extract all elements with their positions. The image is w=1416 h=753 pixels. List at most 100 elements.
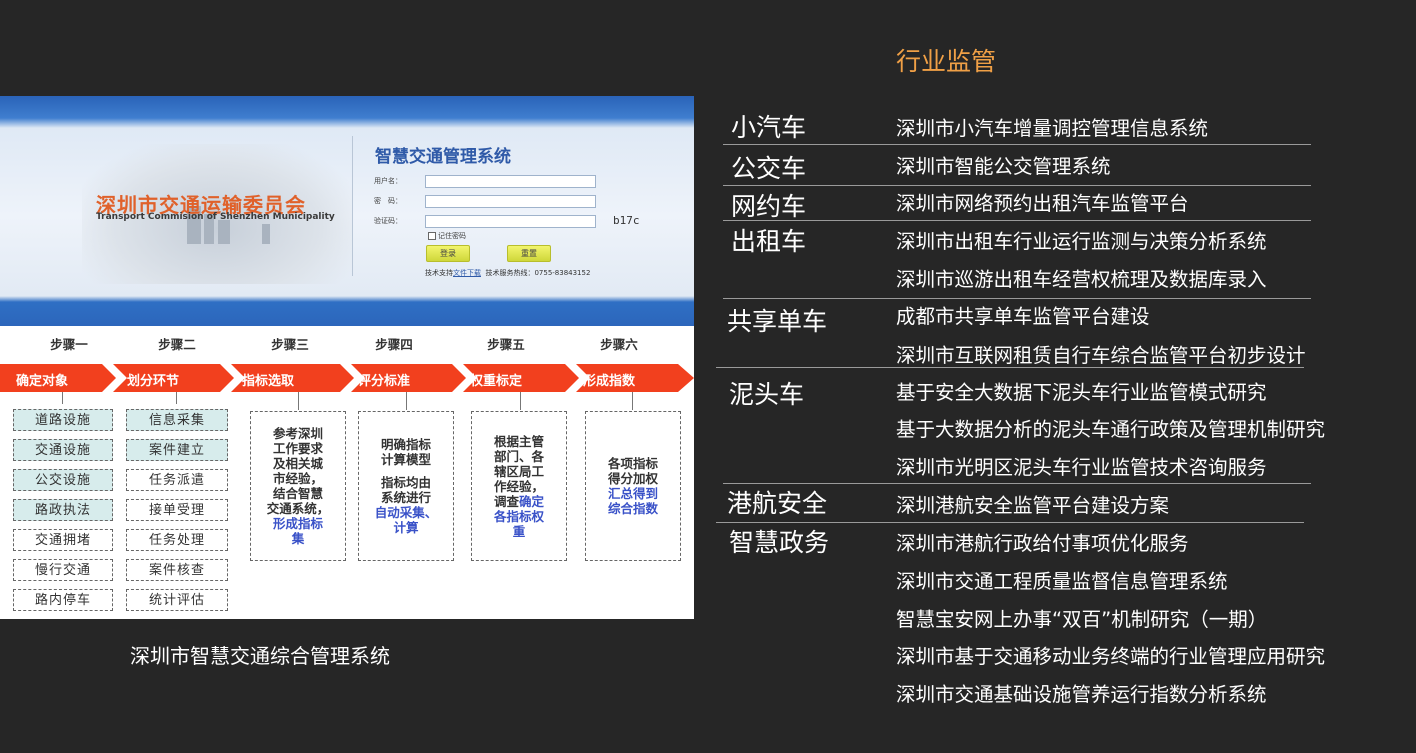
steps-diagram: 步骤一 步骤二 步骤三 步骤四 步骤五 步骤六 确定对象 划分环节 指标选取 评…: [0, 326, 694, 619]
connector: [62, 392, 63, 404]
step-title: 步骤五: [487, 337, 525, 352]
desc-line: 各项指标: [607, 456, 658, 471]
object-item: 路内停车: [13, 589, 113, 611]
step6-description: 各项指标 得分加权 汇总得到 综合指数: [585, 411, 681, 561]
desc-line: 调查确定: [493, 493, 545, 509]
list-item: 深圳市港航行政给付事项优化服务: [896, 532, 1189, 555]
connector: [632, 392, 633, 410]
list-item: 深圳港航安全监管平台建设方案: [896, 494, 1170, 517]
desc-line: 部门、各: [493, 448, 544, 464]
desc-line: 重: [512, 523, 526, 539]
object-item: 交通拥堵: [13, 529, 113, 551]
desc-line: 自动采集、: [374, 505, 438, 520]
category-bike-sharing: 共享单车: [727, 307, 828, 336]
divider: [723, 144, 1311, 145]
desc-line: 作经验，: [493, 478, 544, 494]
desc-line: 结合智慧: [272, 486, 323, 501]
link-item: 案件核查: [126, 559, 228, 581]
desc-line: 系统进行: [380, 490, 431, 505]
desc-line: 明确指标: [380, 437, 431, 452]
step3-description: 参考深圳 工作要求 及相关城 市经验， 结合智慧 交通系统， 形成指标 集: [250, 411, 346, 561]
section-title: 行业监管: [896, 47, 997, 76]
step-action: 形成指数: [583, 374, 636, 389]
link-item: 任务处理: [126, 529, 228, 551]
desc-line: 市经验，: [272, 471, 323, 486]
desc-line: 形成指标: [272, 516, 323, 531]
desc-line: 各指标权: [493, 508, 544, 524]
list-item: 基于安全大数据下泥头车行业监管模式研究: [896, 381, 1267, 404]
desc-line: 汇总得到: [607, 486, 658, 501]
step-title: 步骤一: [50, 337, 88, 352]
category-muck-truck: 泥头车: [729, 380, 805, 409]
object-item: 路政执法: [13, 499, 113, 521]
step-action: 划分环节: [127, 374, 180, 389]
support-info: 技术支持文件下载 技术服务热线：0755-83843152: [425, 268, 590, 278]
list-item: 深圳市互联网租赁自行车综合监管平台初步设计: [896, 344, 1306, 367]
desc-line: 计算: [393, 520, 419, 535]
list-item: 深圳市交通基础设施管养运行指数分析系统: [896, 683, 1267, 706]
captcha-field[interactable]: [425, 215, 596, 228]
login-system-title: 智慧交通管理系统: [375, 147, 511, 167]
list-item: 智慧宝安网上办事“双百”机制研究（一期）: [896, 608, 1268, 631]
link-item: 信息采集: [126, 409, 228, 431]
captcha-label: 验证码：: [374, 217, 402, 225]
desc-line: 得分加权: [607, 471, 658, 486]
divider: [352, 136, 353, 276]
reset-button[interactable]: 重置: [507, 245, 551, 262]
object-item: 道路设施: [13, 409, 113, 431]
list-item: 深圳市网络预约出租汽车监管平台: [896, 192, 1189, 215]
username-field[interactable]: [425, 175, 596, 188]
list-item: 深圳市巡游出租车经营权梳理及数据库录入: [896, 268, 1267, 291]
step5-description: 根据主管 部门、各 辖区局工 作经验， 调查确定 各指标权 重: [471, 411, 567, 561]
link-item: 案件建立: [126, 439, 228, 461]
desc-line: 及相关城: [272, 456, 323, 471]
list-item: 基于大数据分析的泥头车通行政策及管理机制研究: [896, 418, 1326, 441]
desc-line: 参考深圳: [272, 426, 323, 441]
category-port-safety: 港航安全: [727, 489, 828, 518]
desc-line: 综合指数: [607, 501, 658, 516]
step-title: 步骤三: [271, 337, 309, 352]
list-item: 深圳市小汽车增量调控管理信息系统: [896, 117, 1209, 140]
desc-line: 辖区局工: [493, 463, 544, 479]
list-item: 深圳市光明区泥头车行业监管技术咨询服务: [896, 456, 1267, 479]
remember-label: 记住密码: [438, 232, 466, 240]
step-action: 权重标定: [470, 374, 523, 389]
desc-line: 指标均由: [380, 475, 431, 490]
category-smart-government: 智慧政务: [729, 528, 830, 557]
category-taxi: 出租车: [731, 227, 807, 256]
org-name-en: Transport Commision of Shenzhen Municipa…: [96, 212, 335, 222]
step-action: 评分标准: [358, 374, 411, 389]
link-item: 任务派遣: [126, 469, 228, 491]
list-item: 深圳市智能公交管理系统: [896, 155, 1111, 178]
support-prefix: 技术支持: [425, 269, 453, 277]
list-item: 深圳市基于交通移动业务终端的行业管理应用研究: [896, 645, 1326, 668]
login-button[interactable]: 登录: [426, 245, 470, 262]
desc-line: 根据主管: [493, 433, 544, 449]
desc-line: 交通系统，: [266, 501, 330, 516]
login-banner: 深圳市交通运输委员会 Transport Commision of Shenzh…: [0, 96, 694, 326]
list-item: 成都市共享单车监管平台建设: [896, 305, 1150, 328]
password-label: 密 码：: [374, 197, 402, 205]
download-link[interactable]: 文件下载: [453, 269, 481, 277]
category-car: 小汽车: [731, 113, 807, 142]
username-label: 用户名：: [374, 177, 402, 185]
remember-checkbox[interactable]: 记住密码: [428, 231, 466, 241]
category-bus: 公交车: [731, 154, 807, 183]
desc-line: 计算模型: [380, 452, 431, 467]
screenshot-caption: 深圳市智慧交通综合管理系统: [130, 644, 390, 668]
step-action: 确定对象: [16, 374, 69, 389]
divider: [716, 367, 1304, 368]
link-item: 接单受理: [126, 499, 228, 521]
step-title: 步骤二: [158, 337, 196, 352]
divider: [723, 220, 1311, 221]
password-field[interactable]: [425, 195, 596, 208]
captcha-image: b17c: [613, 214, 640, 227]
link-item: 统计评估: [126, 589, 228, 611]
support-hotline: 技术服务热线：0755-83843152: [485, 269, 591, 277]
step-action: 指标选取: [242, 374, 295, 389]
step-title: 步骤四: [375, 337, 413, 352]
category-ride-hailing: 网约车: [731, 192, 807, 221]
system-screenshot: 深圳市交通运输委员会 Transport Commision of Shenzh…: [0, 96, 694, 619]
connector: [176, 392, 177, 404]
desc-line: 工作要求: [272, 441, 323, 456]
